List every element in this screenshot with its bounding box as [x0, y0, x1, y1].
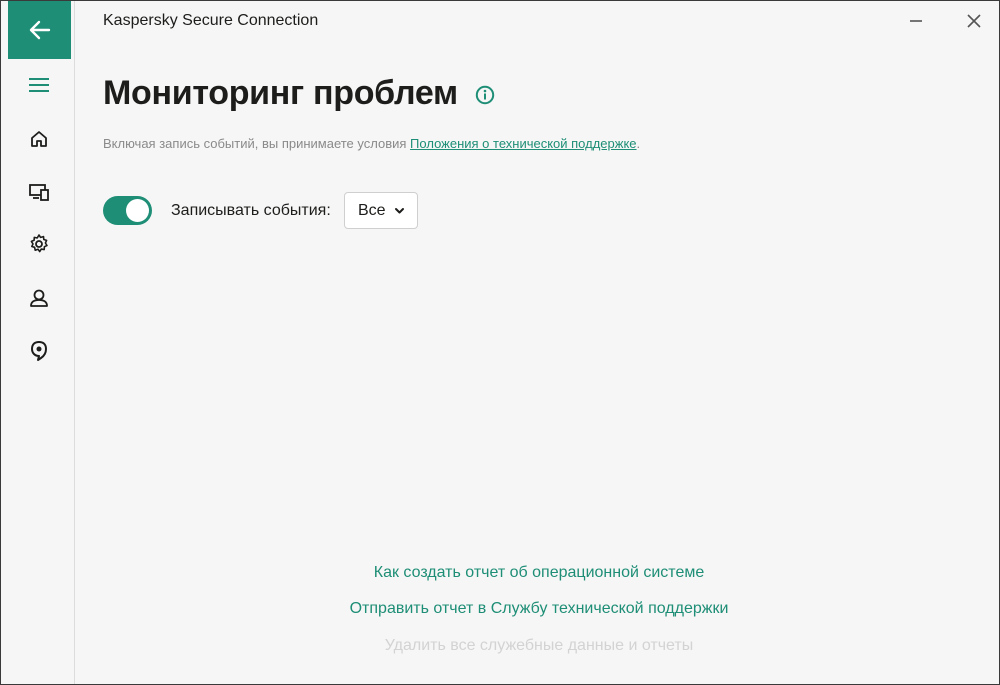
create-os-report-link[interactable]: Как создать отчет об операционной систем…	[1, 564, 999, 582]
app-title: Kaspersky Secure Connection	[103, 12, 319, 29]
disclaimer: Включая запись событий, вы принимаете ус…	[103, 136, 640, 151]
close-button[interactable]	[959, 7, 989, 35]
sidebar	[1, 1, 75, 684]
sidebar-item-devices[interactable]	[25, 178, 53, 206]
sidebar-item-support[interactable]	[25, 337, 53, 365]
disclaimer-text: Включая запись событий, вы принимаете ус…	[103, 136, 411, 151]
menu-button[interactable]	[25, 71, 53, 99]
support-icon	[31, 341, 47, 361]
toggle-knob	[126, 199, 149, 222]
minimize-button[interactable]	[901, 7, 931, 35]
close-icon	[967, 14, 981, 28]
sidebar-item-account[interactable]	[25, 284, 53, 312]
disclaimer-end: .	[636, 136, 641, 151]
hamburger-icon	[29, 78, 49, 92]
send-report-link[interactable]: Отправить отчет в Службу технической под…	[1, 600, 999, 618]
user-icon	[30, 289, 48, 307]
sidebar-item-home[interactable]	[25, 125, 53, 153]
chevron-down-icon	[395, 208, 404, 214]
sidebar-item-settings[interactable]	[25, 230, 53, 258]
support-terms-link[interactable]: Положения о технической поддержке	[410, 136, 636, 151]
delete-data-link[interactable]: Удалить все служебные данные и отчеты	[1, 637, 999, 655]
back-button[interactable]	[8, 1, 71, 59]
arrow-left-icon	[29, 20, 50, 40]
select-value: Все	[358, 201, 386, 219]
app-window: Kaspersky Secure Connection Мониторинг п…	[0, 0, 1000, 685]
home-icon	[31, 131, 47, 147]
gear-icon	[30, 234, 48, 253]
devices-icon	[29, 184, 49, 201]
minimize-icon	[910, 20, 922, 22]
page-title: Мониторинг проблем	[103, 74, 458, 112]
info-icon[interactable]	[475, 85, 495, 105]
record-events-select[interactable]: Все	[344, 192, 418, 229]
record-events-label: Записывать события:	[171, 202, 331, 219]
record-events-toggle[interactable]	[103, 196, 152, 225]
